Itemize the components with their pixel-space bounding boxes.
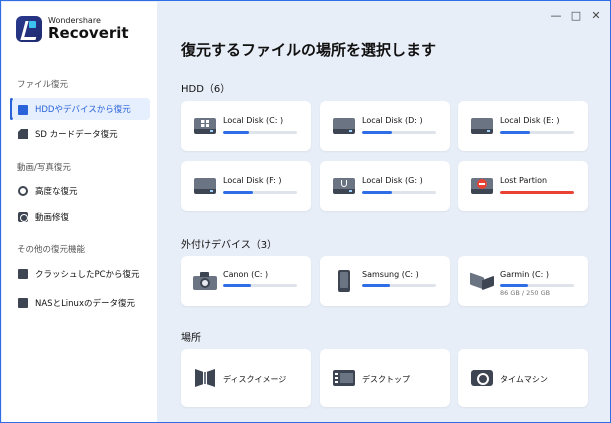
camera-icon	[193, 272, 217, 290]
sidebar-item-label: 動画修復	[35, 213, 70, 223]
maximize-button[interactable]: □	[566, 9, 586, 22]
disk-usage-bar	[362, 131, 436, 134]
device-label: Garmin (C: )	[500, 270, 549, 279]
crashed-pc-icon	[18, 269, 28, 279]
garmin-device-icon	[470, 272, 494, 291]
disk-usage-bar	[223, 131, 297, 134]
sidebar-item-advanced-recovery[interactable]: 高度な復元	[12, 180, 150, 202]
hdd-section-title: HDD（6）	[181, 84, 231, 95]
device-usage-bar	[362, 284, 436, 287]
disk-label: Local Disk (G: )	[362, 176, 423, 185]
disk-label: Local Disk (C: )	[223, 116, 284, 125]
sidebar-item-label: NASとLinuxのデータ復元	[35, 299, 135, 309]
nas-icon	[18, 298, 28, 308]
phone-icon	[338, 270, 350, 292]
video-repair-icon	[18, 212, 28, 222]
disk-usage-bar	[500, 191, 574, 194]
disk-icon	[194, 178, 216, 194]
device-label: Canon (C: )	[223, 270, 269, 279]
desktop-icon	[333, 370, 355, 386]
sidebar-item-video-repair[interactable]: 動画修復	[12, 206, 150, 228]
disk-usage-bar	[362, 191, 436, 194]
page-title: 復元するファイルの場所を選択します	[181, 41, 437, 59]
location-card-disk-image[interactable]: ディスクイメージ	[181, 349, 311, 407]
disk-label: Local Disk (F: )	[223, 176, 282, 185]
sidebar-item-hdd-recovery[interactable]: HDDやデバイスから復元	[12, 98, 150, 120]
sidebar-group-other: その他の復元機能	[17, 245, 86, 255]
disk-card-d[interactable]: Local Disk (D: )	[320, 101, 450, 151]
windows-disk-icon	[194, 118, 216, 134]
sidebar-item-label: クラッシュしたPCから復元	[35, 270, 140, 280]
device-card-canon[interactable]: Canon (C: )	[181, 256, 311, 306]
device-capacity: 86 GB / 250 GB	[500, 289, 551, 297]
close-button[interactable]: ✕	[586, 9, 606, 22]
brand-name: Recoverit	[48, 24, 129, 42]
usb-disk-icon	[333, 178, 355, 194]
sidebar-item-sd-recovery[interactable]: SD カードデータ復元	[12, 123, 150, 145]
external-section-title: 外付けデバイス（3）	[181, 240, 278, 251]
disk-card-e[interactable]: Local Disk (E: )	[458, 101, 588, 151]
disk-image-icon	[195, 369, 215, 387]
disk-label: Lost Partion	[500, 176, 548, 185]
device-label: Samsung (C: )	[362, 270, 419, 279]
sidebar: Wondershare Recoverit ファイル復元 HDDやデバイスから復…	[2, 2, 157, 422]
device-card-samsung[interactable]: Samsung (C: )	[320, 256, 450, 306]
window-controls: — □ ✕	[546, 9, 606, 22]
sidebar-item-crashed-pc[interactable]: クラッシュしたPCから復元	[12, 263, 150, 285]
disk-label: Local Disk (D: )	[362, 116, 423, 125]
location-section-title: 場所	[181, 333, 201, 344]
app-window: Wondershare Recoverit ファイル復元 HDDやデバイスから復…	[0, 0, 611, 423]
disk-usage-bar	[500, 131, 574, 134]
sidebar-item-label: 高度な復元	[35, 187, 78, 197]
advanced-recovery-icon	[18, 186, 28, 196]
recoverit-logo-icon	[16, 16, 42, 42]
sidebar-item-label: HDDやデバイスから復元	[35, 105, 131, 115]
disk-card-c[interactable]: Local Disk (C: )	[181, 101, 311, 151]
device-usage-bar	[500, 284, 574, 287]
disk-icon	[471, 118, 493, 134]
sidebar-item-nas-linux[interactable]: NASとLinuxのデータ復元	[12, 292, 150, 314]
location-label: デスクトップ	[362, 375, 410, 384]
app-logo: Wondershare Recoverit	[16, 16, 129, 42]
location-card-time-machine[interactable]: タイムマシン	[458, 349, 588, 407]
time-machine-icon	[471, 370, 493, 386]
hdd-icon	[18, 105, 28, 115]
disk-card-f[interactable]: Local Disk (F: )	[181, 161, 311, 211]
disk-label: Local Disk (E: )	[500, 116, 560, 125]
disk-usage-bar	[223, 191, 297, 194]
disk-card-lost-partition[interactable]: Lost Partion	[458, 161, 588, 211]
sidebar-item-label: SD カードデータ復元	[35, 130, 118, 140]
device-card-garmin[interactable]: Garmin (C: ) 86 GB / 250 GB	[458, 256, 588, 306]
disk-card-g[interactable]: Local Disk (G: )	[320, 161, 450, 211]
sidebar-group-file-recovery: ファイル復元	[17, 80, 69, 90]
device-usage-bar	[223, 284, 297, 287]
sd-card-icon	[18, 129, 28, 139]
location-card-desktop[interactable]: デスクトップ	[320, 349, 450, 407]
sidebar-group-media-recovery: 動画/写真復元	[17, 163, 71, 173]
lost-partition-icon	[471, 178, 493, 194]
minimize-button[interactable]: —	[546, 9, 566, 22]
location-label: タイムマシン	[500, 375, 548, 384]
disk-icon	[333, 118, 355, 134]
location-label: ディスクイメージ	[223, 375, 287, 384]
